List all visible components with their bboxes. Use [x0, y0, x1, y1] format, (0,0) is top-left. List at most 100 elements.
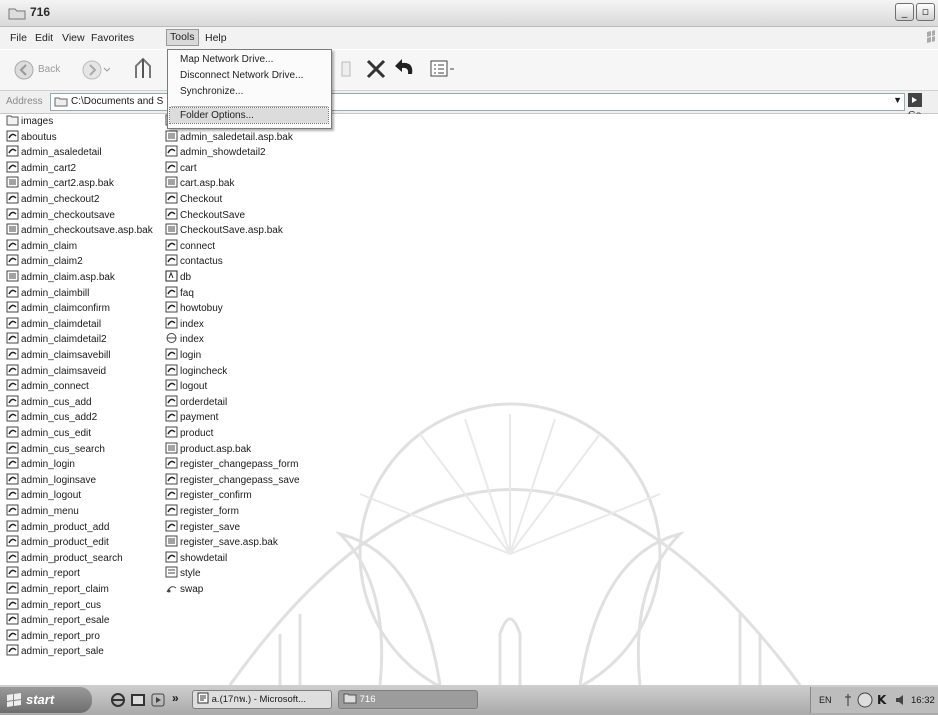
disconnect-network-drive-item[interactable]: Disconnect Network Drive... — [180, 70, 303, 81]
file-item[interactable]: admin_report_pro — [6, 629, 100, 644]
file-item[interactable]: connect — [165, 239, 215, 254]
file-item[interactable]: admin_claimconfirm — [6, 301, 110, 316]
file-item[interactable]: admin_cart2.asp.bak — [6, 176, 114, 191]
file-item[interactable]: admin_cart2 — [6, 161, 76, 176]
file-item[interactable]: contactus — [165, 254, 223, 269]
maximize-button[interactable]: ▫ — [916, 3, 935, 21]
file-item[interactable]: admin_report_claim — [6, 582, 109, 597]
file-item[interactable]: payment — [165, 410, 218, 425]
delete-button[interactable] — [365, 58, 387, 83]
file-item[interactable]: admin_claim.asp.bak — [6, 270, 115, 285]
file-item[interactable]: swap — [165, 582, 203, 597]
file-item[interactable]: admin_report_cus — [6, 598, 101, 613]
menu-edit[interactable]: Edit — [35, 32, 53, 44]
taskbar-task-folder[interactable]: 716 — [338, 690, 478, 709]
folder-options-item[interactable]: Folder Options... — [180, 110, 254, 121]
volume-icon[interactable] — [894, 693, 908, 710]
file-name: connect — [180, 240, 216, 252]
file-item[interactable]: admin_report_sale — [6, 644, 104, 659]
map-network-drive-item[interactable]: Map Network Drive... — [180, 54, 273, 65]
file-item[interactable]: db — [165, 270, 191, 285]
file-item[interactable]: admin_claimsaveid — [6, 364, 106, 379]
file-item[interactable]: admin_product_search — [6, 551, 123, 566]
minimize-button[interactable]: _ — [895, 3, 914, 21]
file-item[interactable]: admin_cus_edit — [6, 426, 91, 441]
file-item[interactable]: admin_product_edit — [6, 535, 109, 550]
file-item[interactable]: register_changepass_save — [165, 473, 300, 488]
file-item[interactable]: admin_cus_add2 — [6, 410, 97, 425]
title-bar[interactable]: 716 _ ▫ — [0, 0, 938, 27]
security-shield-icon[interactable] — [857, 692, 873, 711]
file-item[interactable]: admin_claim2 — [6, 254, 83, 269]
file-item[interactable]: admin_cus_search — [6, 442, 105, 457]
file-item[interactable]: logout — [165, 379, 207, 394]
file-item[interactable]: admin_checkoutsave.asp.bak — [6, 223, 153, 238]
file-item[interactable]: register_save — [165, 520, 240, 535]
file-item[interactable]: admin_claimsavebill — [6, 348, 110, 363]
file-item[interactable]: images — [6, 114, 53, 129]
file-item[interactable]: admin_saledetail.asp.bak — [165, 130, 293, 145]
views-button[interactable] — [430, 60, 456, 81]
file-item[interactable]: cart — [165, 161, 197, 176]
file-item[interactable]: admin_checkout2 — [6, 192, 99, 207]
file-item[interactable]: logincheck — [165, 364, 227, 379]
file-item[interactable]: register_form — [165, 504, 239, 519]
ie-quicklaunch-icon[interactable] — [110, 692, 126, 711]
file-item[interactable]: admin_report_esale — [6, 613, 109, 628]
file-item[interactable]: faq — [165, 286, 194, 301]
quicklaunch-overflow-button[interactable]: » — [172, 691, 179, 705]
language-indicator[interactable]: EN — [819, 695, 832, 705]
file-item[interactable]: admin_loginsave — [6, 473, 96, 488]
file-item[interactable]: admin_claim — [6, 239, 77, 254]
up-folder-button[interactable] — [132, 56, 154, 85]
file-item[interactable]: admin_showdetail2 — [165, 145, 266, 160]
media-player-icon[interactable] — [150, 692, 166, 711]
file-item[interactable]: register_save.asp.bak — [165, 535, 278, 550]
file-item[interactable]: index — [165, 317, 204, 332]
file-item[interactable]: register_changepass_form — [165, 457, 298, 472]
file-item[interactable]: cart.asp.bak — [165, 176, 234, 191]
kaspersky-icon[interactable]: K — [877, 693, 886, 707]
file-item[interactable]: admin_claimdetail2 — [6, 332, 107, 347]
synchronize-item[interactable]: Synchronize... — [180, 86, 243, 97]
file-item[interactable]: admin_cus_add — [6, 395, 92, 410]
file-item[interactable]: CheckoutSave.asp.bak — [165, 223, 283, 238]
file-item[interactable]: index — [165, 332, 204, 347]
menu-file[interactable]: File — [10, 32, 27, 44]
chevron-down-icon[interactable]: ▼ — [893, 95, 902, 105]
menu-favorites[interactable]: Favorites — [91, 32, 134, 44]
file-item[interactable]: orderdetail — [165, 395, 227, 410]
file-item[interactable]: admin_report — [6, 566, 80, 581]
undo-button[interactable] — [392, 56, 418, 83]
forward-button[interactable] — [82, 60, 111, 83]
back-button[interactable]: Back — [14, 58, 72, 82]
file-item[interactable]: register_confirm — [165, 488, 252, 503]
copy-to-button[interactable] — [340, 60, 354, 81]
show-desktop-icon[interactable] — [130, 692, 146, 711]
file-item[interactable]: admin_claimdetail — [6, 317, 101, 332]
file-item[interactable]: product.asp.bak — [165, 442, 251, 457]
file-item[interactable]: admin_logout — [6, 488, 81, 503]
file-item[interactable]: admin_asaledetail — [6, 145, 102, 160]
file-list-area[interactable]: images aboutus admin_asaledetail admin_cart… — [0, 114, 938, 685]
file-item[interactable]: admin_login — [6, 457, 75, 472]
file-item[interactable]: login — [165, 348, 201, 363]
menu-help[interactable]: Help — [205, 32, 227, 44]
file-item[interactable]: howtobuy — [165, 301, 223, 316]
file-item[interactable]: aboutus — [6, 130, 57, 145]
file-item[interactable]: admin_claimbill — [6, 286, 89, 301]
file-item[interactable]: admin_connect — [6, 379, 89, 394]
file-item[interactable]: admin_product_add — [6, 520, 109, 535]
file-item[interactable]: Checkout — [165, 192, 222, 207]
file-item[interactable]: CheckoutSave — [165, 208, 245, 223]
file-item[interactable]: admin_checkoutsave — [6, 208, 115, 223]
file-item[interactable]: showdetail — [165, 551, 227, 566]
file-item[interactable]: product — [165, 426, 213, 441]
network-icon[interactable] — [843, 693, 853, 710]
menu-tools[interactable]: Tools — [166, 29, 199, 46]
file-item[interactable]: style — [165, 566, 201, 581]
file-item[interactable]: admin_menu — [6, 504, 79, 519]
taskbar-task-word[interactable]: a.(17กพ.) - Microsoft... — [192, 690, 332, 709]
menu-view[interactable]: View — [62, 32, 85, 44]
start-button[interactable]: start — [0, 687, 92, 713]
